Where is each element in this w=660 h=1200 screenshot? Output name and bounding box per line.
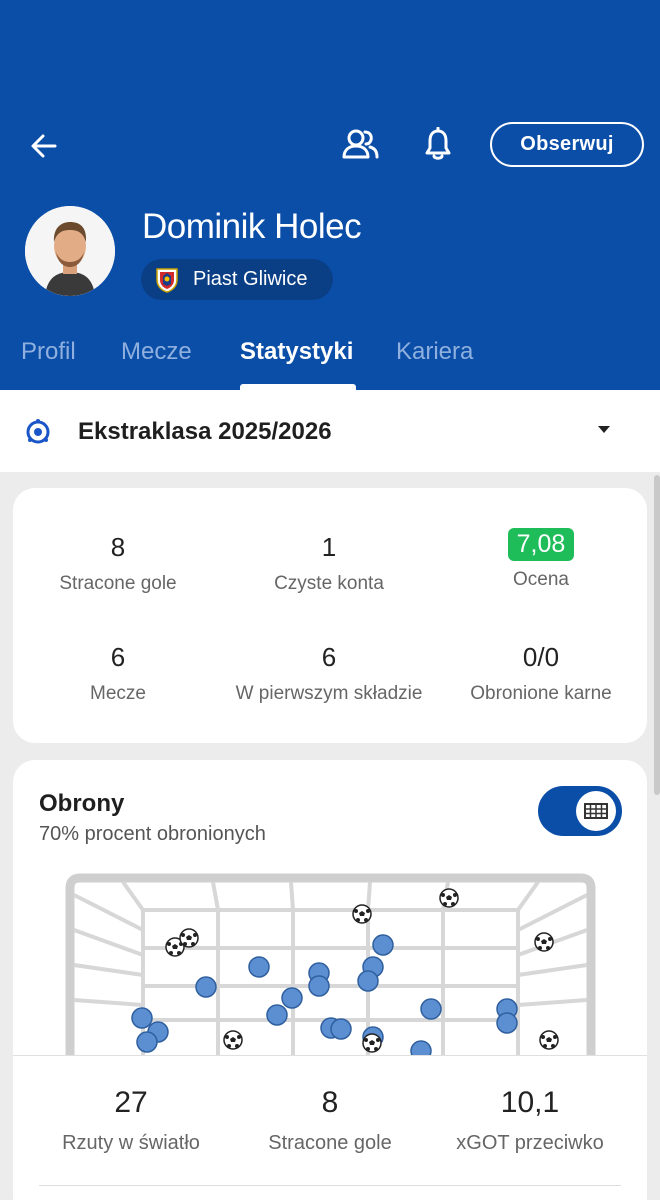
scrollbar[interactable]: [654, 475, 660, 795]
goal-marker-football-icon: [534, 932, 554, 952]
save-marker: [372, 934, 394, 956]
tab-mecze[interactable]: Mecze: [121, 338, 192, 366]
goal-marker-football-icon: [362, 1033, 382, 1053]
club-name: Piast Gliwice: [193, 268, 308, 290]
follow-button[interactable]: Obserwuj: [490, 122, 644, 167]
season-stats-card: 8 Stracone gole 1 Czyste konta 7,08 Ocen…: [13, 488, 647, 743]
stat-value: 27: [114, 1086, 148, 1119]
stat-penalties-saved: 0/0 Obronione karne: [431, 642, 651, 705]
stat-label: Stracone gole: [59, 573, 177, 594]
save-marker: [281, 987, 303, 1009]
tab-bar: Profil Mecze Statystyki Kariera: [0, 330, 660, 390]
save-marker: [420, 998, 442, 1020]
save-marker: [496, 1012, 518, 1034]
goal-marker-football-icon: [223, 1030, 243, 1050]
stat-label: W pierwszym składzie: [235, 683, 423, 704]
save-marker: [410, 1040, 432, 1056]
stat-shots-on-target: 27 Rzuty w światło: [21, 1086, 241, 1155]
stat-label: Ocena: [513, 569, 569, 590]
stat-value: 0/0: [522, 642, 560, 672]
save-marker: [266, 1004, 288, 1026]
tab-kariera[interactable]: Kariera: [396, 338, 473, 366]
goal-marker-football-icon: [179, 928, 199, 948]
arrow-left-icon: [31, 134, 57, 158]
tab-profil[interactable]: Profil: [21, 338, 76, 366]
stat-value: 1: [321, 532, 337, 562]
users-icon: [342, 129, 379, 159]
stat-value: 10,1: [500, 1086, 560, 1119]
player-photo-icon: [25, 206, 115, 296]
rating-badge: 7,08: [507, 528, 575, 561]
goal-marker-football-icon: [539, 1030, 559, 1050]
stat-label: Obronione karne: [470, 683, 612, 704]
chevron-down-icon: [598, 426, 610, 433]
divider: [39, 1185, 621, 1186]
save-marker: [308, 975, 330, 997]
stat-starts: 6 W pierwszym składzie: [219, 642, 439, 705]
save-marker: [136, 1031, 158, 1053]
stat-label: Stracone gole: [268, 1132, 392, 1154]
avatar: [25, 206, 115, 296]
stat-label: Czyste konta: [274, 573, 384, 594]
goal-shot-map: [13, 870, 647, 1056]
stat-goals-conceded: 8 Stracone gole: [8, 532, 228, 595]
stat-label: Mecze: [90, 683, 146, 704]
stat-label: xGOT przeciwko: [456, 1132, 604, 1154]
stat-xgot-against: 10,1 xGOT przeciwko: [420, 1086, 640, 1155]
bell-icon: [425, 127, 451, 160]
club-chip[interactable]: Piast Gliwice: [141, 259, 333, 300]
back-button[interactable]: [22, 124, 66, 168]
save-marker: [330, 1018, 352, 1040]
divider: [13, 1055, 647, 1056]
stat-rating: 7,08 Ocena: [431, 528, 651, 591]
saves-card: Obrony 70% procent obronionych 27 Rzuty …: [13, 760, 647, 1200]
save-marker: [195, 976, 217, 998]
stat-value: 8: [110, 532, 126, 562]
saves-title: Obrony: [39, 790, 125, 817]
notifications-button[interactable]: [416, 122, 460, 166]
goal-marker-football-icon: [439, 888, 459, 908]
competition-selector[interactable]: Ekstraklasa 2025/2026: [0, 390, 660, 472]
stat-value: 8: [321, 1086, 339, 1119]
save-marker: [131, 1007, 153, 1029]
stat-value: 6: [321, 642, 337, 672]
league-logo-icon: [24, 418, 52, 451]
player-name: Dominik Holec: [142, 207, 362, 246]
stat-clean-sheets: 1 Czyste konta: [219, 532, 439, 595]
save-marker: [357, 970, 379, 992]
compare-players-button[interactable]: [338, 122, 382, 166]
stat-value: 6: [110, 642, 126, 672]
tab-statystyki[interactable]: Statystyki: [240, 338, 353, 366]
stat-label: Rzuty w światło: [62, 1132, 200, 1154]
stat-goals-conceded-saves: 8 Stracone gole: [220, 1086, 440, 1155]
profile-header: Obserwuj Dominik Holec Piast Gliwice Pro…: [0, 0, 660, 390]
competition-name: Ekstraklasa 2025/2026: [78, 418, 332, 445]
club-crest-icon: [155, 267, 179, 293]
stat-matches: 6 Mecze: [8, 642, 228, 705]
goal-net-icon: [576, 791, 616, 831]
save-marker: [248, 956, 270, 978]
saves-subtitle: 70% procent obronionych: [39, 823, 266, 845]
goal-view-toggle[interactable]: [538, 786, 622, 836]
goal-marker-football-icon: [352, 904, 372, 924]
